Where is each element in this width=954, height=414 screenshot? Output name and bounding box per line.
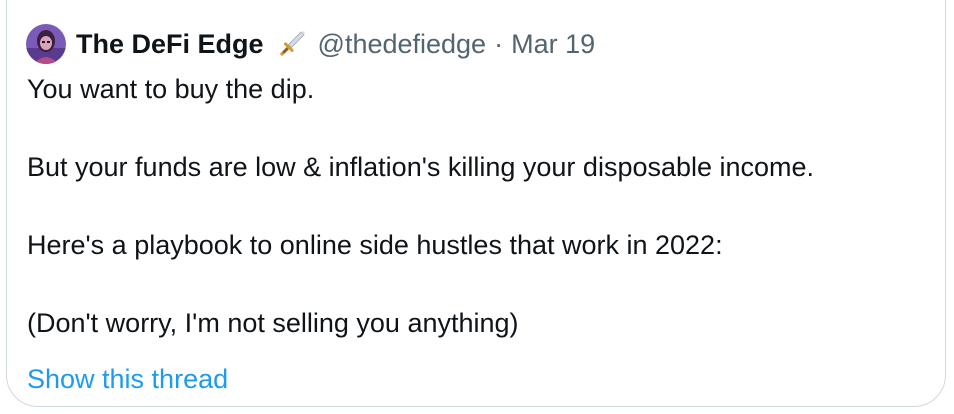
- separator-dot: ·: [494, 28, 504, 59]
- author-name[interactable]: The DeFi Edge: [76, 29, 264, 60]
- tweet-line: [27, 187, 927, 226]
- tweet-line: But your funds are low & inflation's kil…: [27, 152, 815, 182]
- tweet-text: You want to buy the dip. But your funds …: [27, 70, 927, 343]
- tweet-header: The DeFi Edge @thedefiedge · Mar 19: [26, 24, 595, 64]
- show-thread-link[interactable]: Show this thread: [27, 360, 228, 399]
- avatar-image: [26, 24, 66, 64]
- tweet-line: You want to buy the dip.: [27, 74, 315, 104]
- tweet-line: Here's a playbook to online side hustles…: [27, 230, 723, 260]
- dagger-icon: [276, 28, 308, 60]
- tweet-line: [27, 265, 927, 304]
- tweet-date[interactable]: Mar 19: [511, 29, 595, 60]
- author-handle[interactable]: @thedefiedge: [318, 29, 487, 60]
- tweet-line: [27, 109, 927, 148]
- tweet-line: (Don't worry, I'm not selling you anythi…: [27, 308, 519, 338]
- avatar[interactable]: [26, 24, 66, 64]
